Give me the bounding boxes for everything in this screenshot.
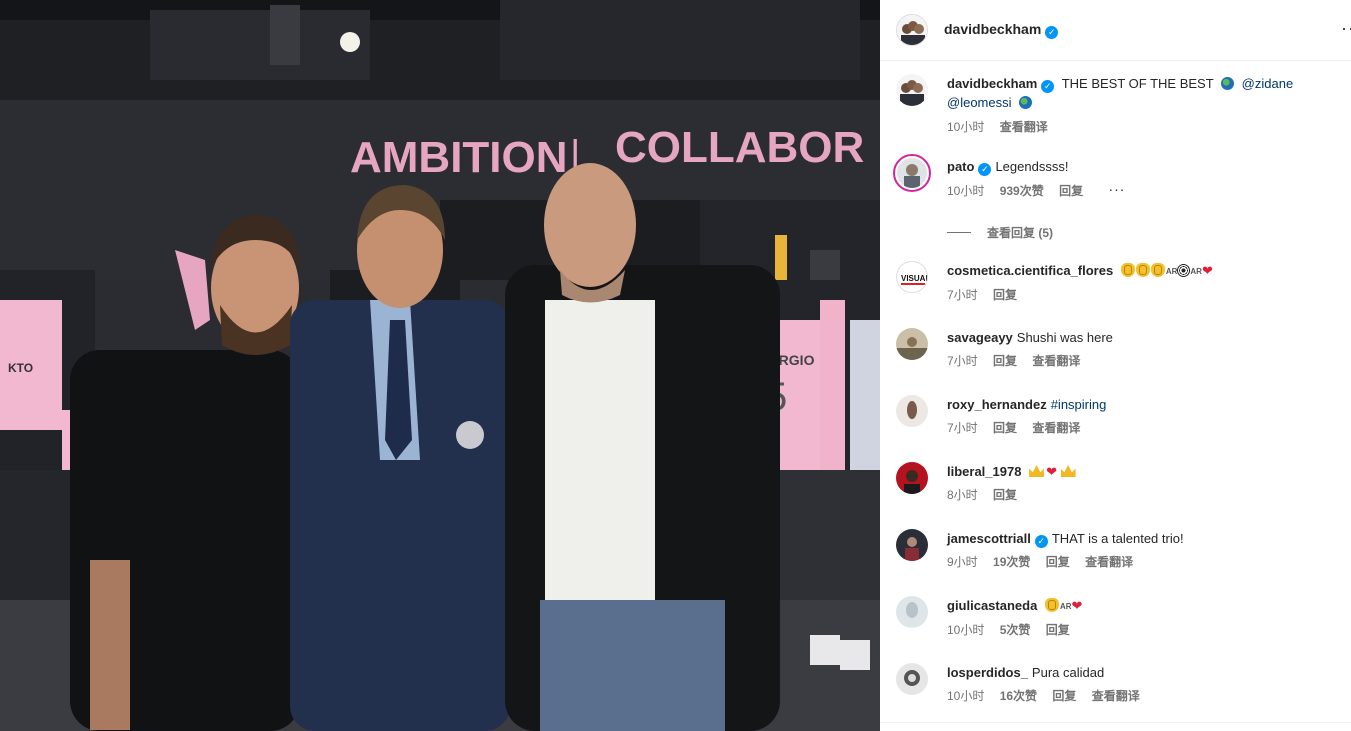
reply-button[interactable]: 回复 — [993, 488, 1017, 502]
comment-text: Legendssss! — [995, 159, 1069, 174]
soccer-ball-icon — [1177, 264, 1191, 277]
comment-text: Pura calidad — [1031, 665, 1105, 680]
commenter-avatar[interactable] — [896, 529, 928, 561]
avatar-logo-text: VISUAL — [901, 274, 928, 283]
heart-emoji-icon: ❤ — [1046, 464, 1057, 479]
replies-divider — [947, 232, 971, 233]
verified-icon: ✓ — [1034, 535, 1048, 548]
comment-likes[interactable]: 5次赞 — [1000, 623, 1031, 637]
comment-likes[interactable]: 939次赞 — [1000, 184, 1044, 198]
mention-leomessi[interactable]: @leomessi — [947, 95, 1012, 110]
commenter-avatar[interactable] — [893, 154, 931, 192]
commenter-avatar[interactable] — [896, 328, 928, 360]
comment-username[interactable]: losperdidos_ — [947, 665, 1028, 680]
ar-flag-icon: AR — [1059, 602, 1072, 611]
reply-button[interactable]: 回复 — [1052, 689, 1076, 703]
commenter-avatar[interactable] — [896, 663, 928, 695]
verified-icon: ✓ — [978, 163, 992, 176]
reply-button[interactable]: 回复 — [993, 288, 1017, 302]
comment-time[interactable]: 7小时 — [947, 421, 978, 435]
view-replies-button[interactable]: 查看回复 (5) — [947, 224, 1053, 241]
comment-username[interactable]: roxy_hernandez — [947, 397, 1047, 412]
crown-emoji-icon — [1029, 465, 1045, 477]
comment-text: Shushi was here — [1016, 330, 1113, 345]
globe-emoji-icon — [1221, 77, 1235, 90]
caption-time[interactable]: 10小时 — [947, 120, 984, 134]
reply-button[interactable]: 回复 — [1059, 184, 1083, 198]
comment-time[interactable]: 10小时 — [947, 623, 984, 637]
comment-username[interactable]: savageayy — [947, 330, 1013, 345]
comment-text: THAT is a talented trio! — [1051, 531, 1184, 546]
post-photo[interactable]: AMBITION | COLLABOR KTO SERGIO 5 — [0, 0, 880, 731]
post-header: davidbeckham✓ ··· — [880, 0, 1351, 61]
clap-emoji-icon — [1150, 263, 1165, 277]
comment-username[interactable]: liberal_1978 — [947, 464, 1021, 479]
comment-time[interactable]: 10小时 — [947, 184, 984, 198]
reply-button[interactable]: 回复 — [993, 354, 1017, 368]
see-translation-button[interactable]: 查看翻译 — [1085, 555, 1133, 569]
reply-button[interactable]: 回复 — [1046, 555, 1070, 569]
see-translation-button[interactable]: 查看翻译 — [1092, 689, 1140, 703]
comment-username[interactable]: jamescottriall ✓ — [947, 531, 1048, 548]
comment-time[interactable]: 9小时 — [947, 555, 978, 569]
heart-emoji-icon: ❤ — [1201, 263, 1213, 278]
comment-likes[interactable]: 19次赞 — [993, 555, 1030, 569]
sign-ambition: AMBITION — [350, 133, 568, 182]
globe-emoji-icon — [1019, 96, 1033, 109]
commenter-avatar[interactable] — [896, 462, 928, 494]
clap-emoji-icon — [1120, 263, 1135, 277]
author-avatar[interactable] — [896, 14, 928, 46]
mention-zidane[interactable]: @zidane — [1242, 76, 1294, 91]
comment-time[interactable]: 7小时 — [947, 354, 978, 368]
commenter-avatar[interactable] — [896, 596, 928, 628]
see-translation-button[interactable]: 查看翻译 — [1000, 120, 1048, 134]
actions-divider — [880, 722, 1351, 723]
see-translation-button[interactable]: 查看翻译 — [1032, 354, 1080, 368]
comment-username[interactable]: pato ✓ — [947, 159, 992, 176]
ar-flag-icon: AR — [1190, 267, 1202, 276]
comment-time[interactable]: 8小时 — [947, 488, 978, 502]
reply-button[interactable]: 回复 — [1046, 623, 1070, 637]
hashtag-link[interactable]: #inspiring — [1051, 397, 1107, 412]
caption-avatar[interactable] — [896, 74, 928, 106]
commenter-avatar[interactable]: VISUAL — [896, 261, 928, 293]
sign-collabor: COLLABOR — [615, 123, 864, 172]
commenter-avatar[interactable] — [896, 395, 928, 427]
caption-text: THE BEST OF THE BEST — [1061, 76, 1214, 91]
caption-username[interactable]: davidbeckham ✓ — [947, 76, 1055, 93]
clap-emoji-icon — [1044, 598, 1059, 612]
verified-icon: ✓ — [1041, 80, 1055, 93]
reply-button[interactable]: 回复 — [993, 421, 1017, 435]
comment-time[interactable]: 7小时 — [947, 288, 978, 302]
locker-room-photo: AMBITION | COLLABOR KTO SERGIO 5 — [0, 0, 880, 731]
clap-emoji-icon — [1135, 263, 1150, 277]
comment-time[interactable]: 10小时 — [947, 689, 984, 703]
comment-more-icon[interactable]: ··· — [1108, 181, 1125, 197]
verified-icon: ✓ — [1045, 26, 1059, 39]
heart-emoji-icon: ❤ — [1071, 598, 1083, 613]
more-options-icon[interactable]: ··· — [1341, 18, 1351, 39]
comment-username[interactable]: cosmetica.cientifica_flores — [947, 263, 1113, 278]
see-translation-button[interactable]: 查看翻译 — [1032, 421, 1080, 435]
post-sidebar: davidbeckham✓ ··· davidbeckham✓ THE BEST… — [880, 0, 1351, 731]
ar-flag-icon: AR — [1165, 267, 1178, 276]
jersey-left-text: KTO — [8, 361, 33, 375]
crown-emoji-icon — [1060, 465, 1076, 477]
comment-likes[interactable]: 16次赞 — [1000, 689, 1037, 703]
author-username[interactable]: davidbeckham ✓ — [944, 21, 1059, 39]
comment-username[interactable]: giulicastaneda — [947, 598, 1037, 613]
